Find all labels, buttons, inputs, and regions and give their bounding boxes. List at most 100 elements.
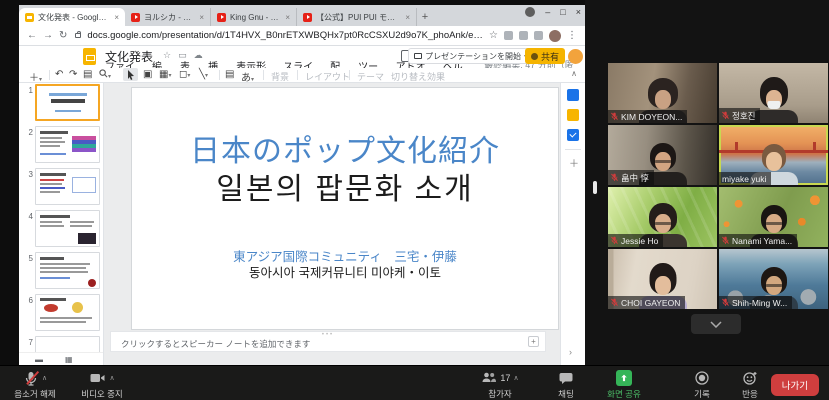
participants-options-caret[interactable]: ∧ (513, 374, 518, 382)
share-screen-button[interactable]: 화면 공유 (596, 370, 652, 400)
zoom-tool-icon[interactable]: ▾ (99, 69, 111, 81)
tab-slides[interactable]: 文化発表 - Google スライド × (19, 8, 125, 26)
slide-number: 3 (23, 170, 33, 179)
url-text[interactable]: docs.google.com/presentation/d/1T4HVX_B0… (87, 30, 483, 41)
participant-tile[interactable]: KIM DOYEON... (608, 63, 717, 123)
slides-toolbar: ＋▾ ↶ ↷ ▤ ▾ ▣ ▦▾ ◻▾ ╲▾ ▤ あ▾ 背景 レイアウト テーマ … (19, 68, 585, 83)
slide-thumbnail-2[interactable] (35, 126, 100, 163)
slide-canvas: 日本のポップ文化紹介 일본의 팝문화 소개 東アジア国際コミュニティ 三宅・伊藤… (104, 83, 560, 365)
notes-drag-handle[interactable]: ••• (322, 332, 334, 338)
keep-icon[interactable] (567, 109, 579, 121)
start-presentation-button[interactable]: プレゼンテーションを開始▾ (408, 48, 533, 64)
undo-icon[interactable]: ↶ (55, 69, 63, 80)
grid-view-icon[interactable]: ▦ (65, 355, 73, 364)
participant-name: CHOI GAYEON (621, 298, 680, 308)
tab-close-icon[interactable]: × (114, 13, 119, 22)
participant-name: Shih-Ming W... (732, 298, 787, 308)
slide-thumbnail-1[interactable] (35, 84, 100, 121)
image-tool-icon[interactable]: ▦▾ (159, 69, 171, 80)
extension-icon[interactable] (504, 31, 513, 40)
tab-close-icon[interactable]: × (199, 13, 204, 22)
participant-tile[interactable]: Jessie Ho (608, 187, 717, 247)
new-tab-button[interactable]: + (417, 8, 433, 26)
view-toggle-bar: ▬ ▦ (19, 352, 104, 365)
tab-close-icon[interactable]: × (285, 13, 290, 22)
forward-icon[interactable]: → (43, 30, 53, 41)
mic-options-caret[interactable]: ∧ (42, 374, 47, 382)
participant-tile[interactable]: Nanami Yama... (719, 187, 828, 247)
shape-tool-icon[interactable]: ◻▾ (179, 69, 190, 80)
collapse-video-grid-button[interactable] (691, 314, 741, 334)
tasks-icon[interactable] (567, 129, 579, 141)
participant-tile-active-speaker[interactable]: miyake yuki (719, 125, 828, 185)
participant-name-tag: KIM DOYEON... (608, 110, 687, 123)
collapse-toolbar-icon[interactable]: ∧ (571, 69, 577, 78)
tab-youtube-1[interactable]: ヨルシカ - だから僕は音楽を辞めた × (125, 8, 211, 26)
slide-subtitle-korean[interactable]: 동아시아 국제커뮤니티 미야케・이토 (132, 262, 558, 281)
slide-thumbnail-4[interactable] (35, 210, 100, 247)
tab-close-icon[interactable]: × (405, 13, 410, 22)
new-slide-button[interactable]: ＋▾ (29, 69, 42, 84)
leave-meeting-button[interactable]: 나가기 (771, 374, 819, 396)
textbox-tool-icon[interactable]: ▣ (143, 69, 152, 80)
speaker-notes[interactable]: ••• クリックするとスピーカー ノートを追加できます + (110, 331, 546, 352)
slide-thumbnail-6[interactable] (35, 294, 100, 331)
account-avatar[interactable] (568, 49, 583, 64)
calendar-icon[interactable] (567, 89, 579, 101)
camera-icon (89, 370, 106, 386)
stop-video-button[interactable]: ∧ 비디오 중지 (70, 370, 134, 400)
participant-tile[interactable]: CHOI GAYEON (608, 249, 717, 309)
participant-tile[interactable]: 정호진 (719, 63, 828, 123)
slide-number: 1 (23, 86, 33, 95)
chat-button[interactable]: 채팅 (546, 370, 586, 400)
window-maximize-button[interactable]: □ (560, 7, 565, 17)
chrome-menu-icon[interactable]: ⋮ (567, 30, 577, 41)
video-options-caret[interactable]: ∧ (109, 374, 114, 382)
extension-icon[interactable] (519, 31, 528, 40)
reload-icon[interactable]: ↻ (59, 30, 67, 41)
person-add-icon (531, 53, 538, 60)
browser-profile-icon[interactable] (525, 7, 535, 17)
redo-icon[interactable]: ↷ (69, 69, 77, 80)
text-style-icon[interactable]: あ▾ (241, 69, 254, 84)
comment-tool-icon[interactable]: ▤ (225, 69, 234, 80)
participants-icon (481, 370, 497, 386)
reactions-button[interactable]: 반응 (730, 370, 770, 400)
participant-tile[interactable]: Shih-Ming W... (719, 249, 828, 309)
participants-button[interactable]: 17 ∧ 참가자 (468, 370, 532, 400)
hide-panel-icon[interactable]: › (569, 347, 572, 357)
tab-youtube-2[interactable]: King Gnu - 三文小説 - YouTube × (211, 8, 297, 26)
print-icon[interactable]: ▤ (83, 69, 92, 80)
layout-button[interactable]: レイアウト (305, 70, 350, 83)
slide-thumbnail-3[interactable] (35, 168, 100, 205)
theme-button[interactable]: テーマ (357, 70, 384, 83)
extension-icon[interactable] (534, 31, 543, 40)
filmstrip-view-icon[interactable]: ▬ (35, 355, 43, 364)
notes-add-icon[interactable]: + (528, 336, 539, 347)
background-button[interactable]: 背景 (271, 70, 289, 83)
current-slide[interactable]: 日本のポップ文化紹介 일본의 팝문화 소개 東アジア国際コミュニティ 三宅・伊藤… (131, 87, 559, 330)
record-button[interactable]: 기록 (682, 370, 722, 400)
unmute-button[interactable]: ∧ 음소거 해제 (6, 370, 64, 400)
chrome-avatar[interactable] (549, 30, 561, 42)
participant-name-tag: Jessie Ho (608, 234, 663, 247)
slide-title-korean[interactable]: 일본의 팝문화 소개 (132, 164, 558, 208)
back-icon[interactable]: ← (27, 30, 37, 41)
participant-tile[interactable]: 畠中 惇 (608, 125, 717, 185)
add-addon-icon[interactable]: ＋ (569, 155, 579, 170)
transition-button[interactable]: 切り替え効果 (391, 70, 445, 83)
share-button[interactable]: 共有 (525, 48, 565, 64)
select-tool-active[interactable] (123, 68, 138, 81)
slides-doc-icon[interactable] (83, 48, 96, 65)
tab-youtube-3[interactable]: 【公式】PUI PUI モルカー 第1話 × (297, 8, 417, 26)
panel-resize-handle[interactable] (593, 181, 597, 194)
window-minimize-button[interactable]: – (545, 7, 550, 17)
slide-thumbnail-5[interactable] (35, 252, 100, 289)
share-screen-icon (616, 370, 632, 386)
bookmark-star-icon[interactable]: ☆ (489, 30, 498, 41)
window-close-button[interactable]: × (576, 7, 581, 17)
participant-name: 畠中 惇 (621, 172, 649, 184)
muted-mic-icon (611, 298, 618, 307)
google-slides-icon (25, 13, 34, 22)
line-tool-icon[interactable]: ╲▾ (199, 69, 208, 80)
